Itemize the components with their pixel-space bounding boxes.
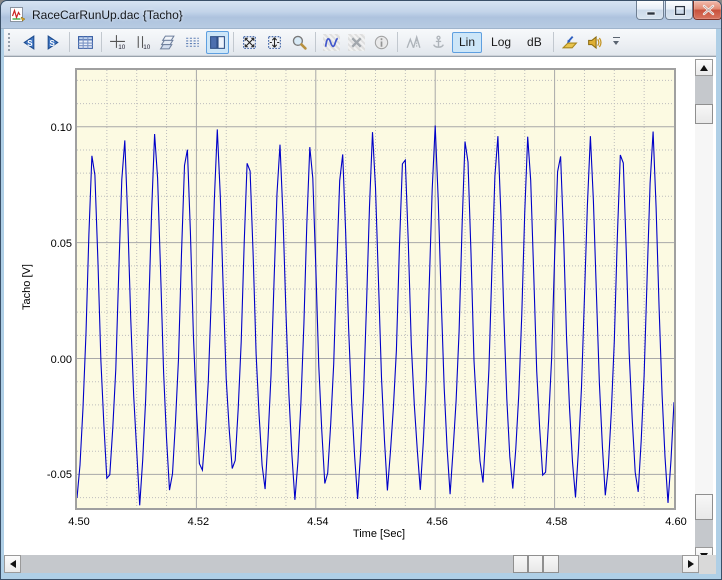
harmonic-cursor-button[interactable] [427,31,450,54]
x-tick-label: 4.50 [57,516,101,528]
autoscale-xy-button[interactable] [238,31,261,54]
scroll-left-button[interactable] [4,555,21,573]
waveform-plot [77,70,674,508]
title-bar[interactable]: RaceCarRunUp.dac {Tacho} [1,1,721,29]
toolbar-separator [101,32,102,52]
stacked-traces-icon [159,34,176,51]
app-window: RaceCarRunUp.dac {Tacho} SS1010LinLogdB … [0,0,722,580]
x-tick-label: 4.54 [296,516,340,528]
stacked-view-button[interactable] [156,31,179,54]
h-range-handle-right[interactable] [543,555,559,573]
y-tick-label: -0.05 [32,469,72,481]
chevron-down-icon [613,41,619,45]
v-range-handle-top[interactable] [695,104,713,124]
v-scroll-track-top[interactable] [695,76,713,104]
info-icon [373,34,390,51]
close-icon [694,1,722,20]
window-title: RaceCarRunUp.dac {Tacho} [32,1,183,29]
toolbar-separator [69,32,70,52]
toolbar-separator [315,32,316,52]
v-range-handle-bottom[interactable] [695,494,713,520]
band-cursor-button[interactable]: 10 [131,31,154,54]
close-button[interactable] [693,1,722,20]
left-arrow-icon [10,560,16,568]
scroll-up-button[interactable] [695,59,713,76]
peaks-cursor-icon [405,34,422,51]
right-arrow-icon [688,560,694,568]
minimize-icon [637,1,665,20]
autoscale-y-button[interactable] [263,31,286,54]
cross-x-icon [348,34,365,51]
y-tick-label: 0.05 [32,238,72,250]
data-grid-button[interactable] [74,31,97,54]
graph-pane: Tacho [V] Time [Sec] 0.10 0.05 0.00 -0.05 4… [4,56,716,573]
edit-trace-button[interactable] [320,31,343,54]
v-scroll-range[interactable] [695,124,713,494]
toolbar-separator [397,32,398,52]
x-tick-label: 4.52 [176,516,220,528]
arrow-right-s-icon: S [45,34,62,51]
expand-y-arrows-icon [266,34,283,51]
h-range-handle-left[interactable] [513,555,528,573]
export-button[interactable] [558,31,581,54]
audio-replay-button[interactable] [583,31,606,54]
info-button[interactable] [370,31,393,54]
db-scale-button[interactable]: dB [520,32,549,53]
wave-n-icon [323,34,340,51]
overlay-view-button[interactable] [181,31,204,54]
prev-display-button[interactable]: S [17,31,40,54]
svg-text:10: 10 [118,43,126,50]
peak-cursor-button[interactable] [402,31,425,54]
overlay-traces-icon [184,34,201,51]
toolbar-overflow-button[interactable] [611,31,623,53]
x-tick-label: 4.60 [654,516,698,528]
toolbar-separator [553,32,554,52]
arrow-left-s-icon: S [20,34,37,51]
h-scroll-track-left[interactable] [21,555,513,573]
y-cursor-10-icon: 10 [134,34,151,51]
up-arrow-icon [700,65,708,71]
svg-text:10: 10 [143,43,151,50]
scroll-right-button[interactable] [682,555,699,573]
data-grid-icon [77,34,94,51]
toolbar-grip[interactable] [8,33,12,51]
h-scroll-track-right[interactable] [559,555,682,573]
x-tick-label: 4.58 [535,516,579,528]
x-axis-label: Time [Sec] [214,528,544,540]
export-arrow-icon [561,34,578,51]
v-scroll-track-bottom[interactable] [695,520,713,547]
y-tick-label: 0.10 [32,122,72,134]
x-cursor-10-icon: 10 [109,34,126,51]
main-toolbar: S S 10 10 LinLogdB [4,29,716,56]
scrollbar-corner [699,555,716,574]
h-scroll-thumb[interactable] [528,555,543,573]
split-view-button[interactable] [206,31,229,54]
svg-text:S: S [49,38,54,47]
svg-text:S: S [27,38,32,47]
magnifier-icon [291,34,308,51]
app-icon [9,7,26,23]
y-tick-label: 0.00 [32,354,72,366]
next-display-button[interactable]: S [42,31,65,54]
x-tick-label: 4.56 [415,516,459,528]
expand-arrows-icon [241,34,258,51]
maximize-button[interactable] [665,1,693,20]
toolbar-separator [233,32,234,52]
overflow-bar-icon [613,37,620,38]
delete-trace-button[interactable] [345,31,368,54]
lin-scale-button[interactable]: Lin [452,32,482,53]
speaker-icon [586,34,603,51]
plot-area[interactable] [75,68,676,510]
y-axis-label: Tacho [V] [21,242,33,332]
anchor-cursor-icon [430,34,447,51]
maximize-icon [666,1,694,20]
log-scale-button[interactable]: Log [484,32,518,53]
minimize-button[interactable] [636,1,664,20]
split-panels-icon [209,34,226,51]
x-cursor-button[interactable]: 10 [106,31,129,54]
zoom-button[interactable] [288,31,311,54]
